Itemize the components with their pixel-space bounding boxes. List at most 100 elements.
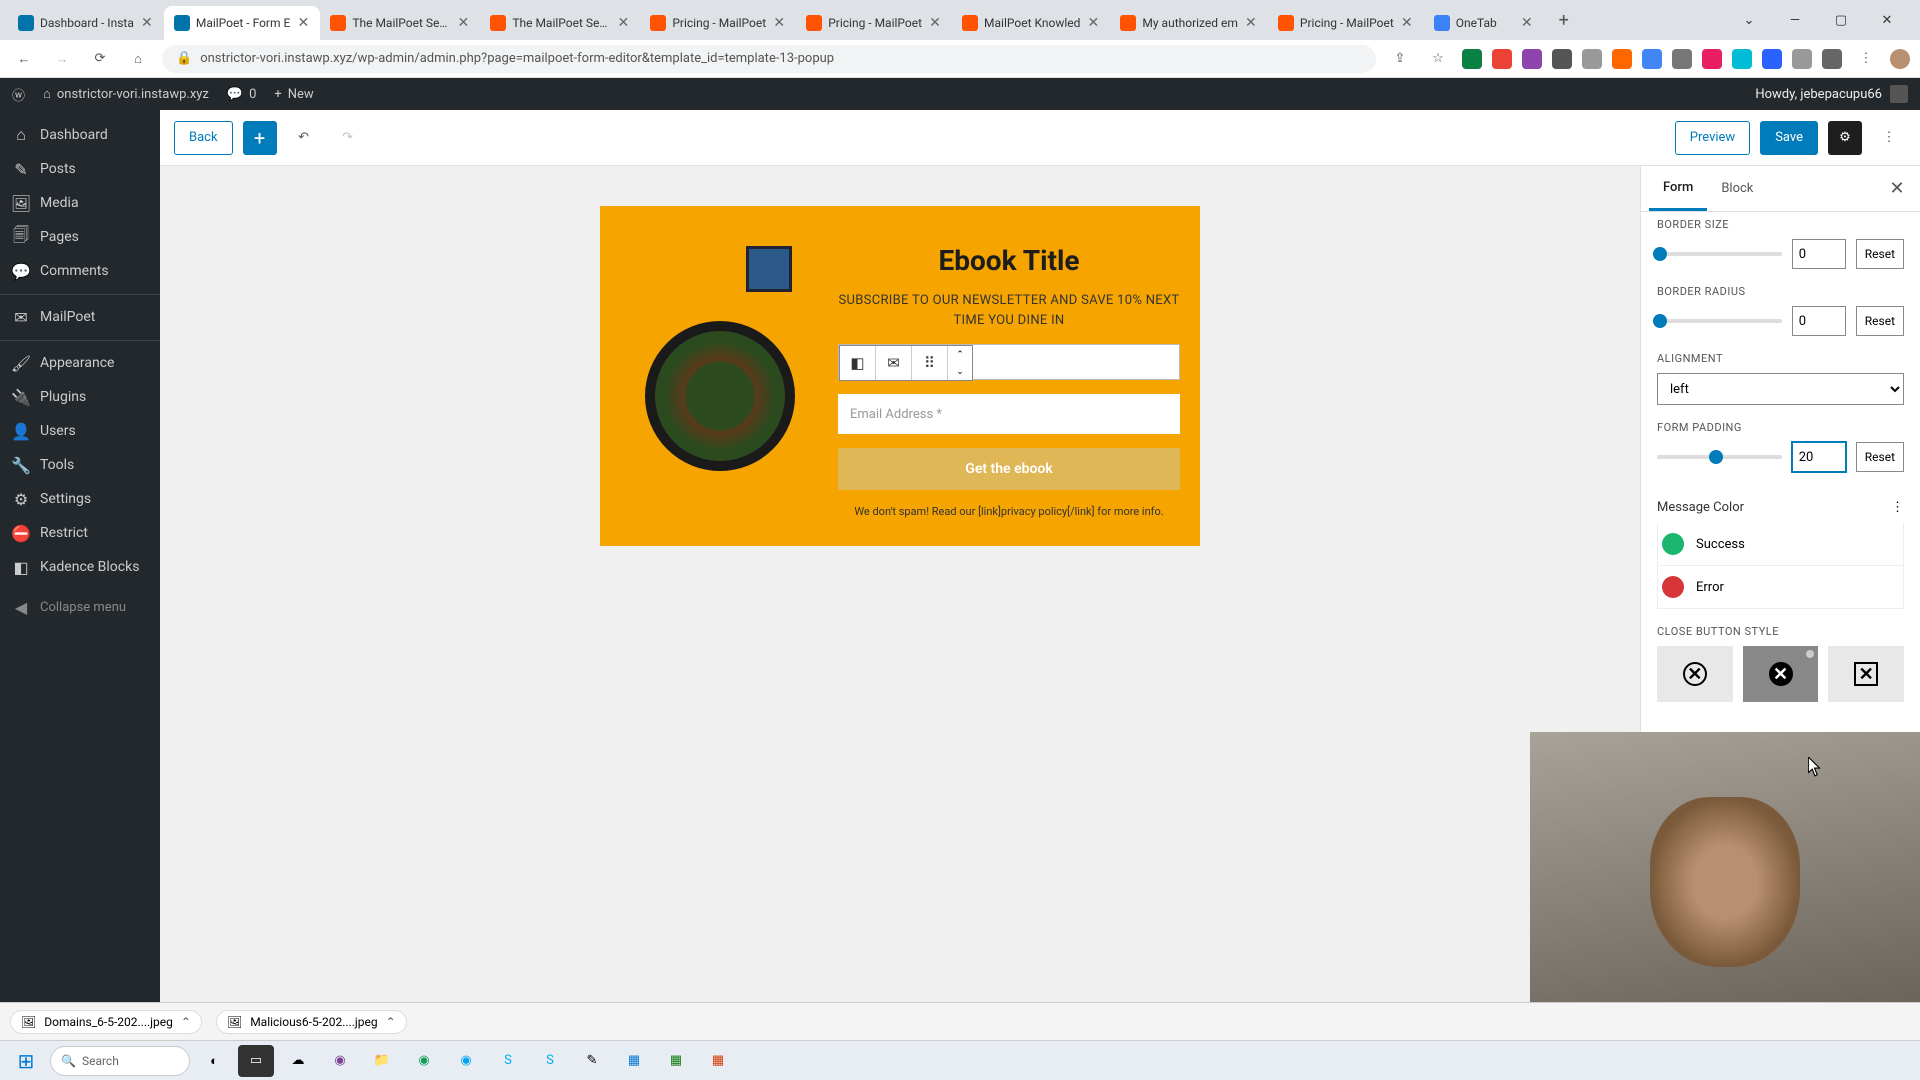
browser-tab[interactable]: The MailPoet Send✕ — [320, 6, 480, 40]
task-icon[interactable]: ▭ — [238, 1045, 274, 1077]
collapse-menu[interactable]: ◀ Collapse menu — [0, 590, 160, 624]
task-icon[interactable]: ▦ — [658, 1045, 694, 1077]
task-icon[interactable]: S — [532, 1045, 568, 1077]
reset-button[interactable]: Reset — [1856, 442, 1904, 472]
task-icon[interactable]: S — [490, 1045, 526, 1077]
columns-icon[interactable]: ◧ — [840, 346, 876, 380]
task-icon[interactable]: 📁 — [364, 1045, 400, 1077]
browser-tab[interactable]: Dashboard - Insta✕ — [8, 6, 164, 40]
sidebar-item-tools[interactable]: 🔧Tools — [0, 448, 160, 482]
sidebar-item-users[interactable]: 👤Users — [0, 414, 160, 448]
sidebar-item-media[interactable]: 🖼Media — [0, 186, 160, 220]
site-link[interactable]: ⌂ onstrictor-vori.instawp.xyz — [43, 86, 209, 102]
url-input[interactable]: 🔒 onstrictor-vori.instawp.xyz/wp-admin/a… — [162, 45, 1376, 73]
gear-icon[interactable]: ⚙ — [1828, 121, 1862, 155]
reset-button[interactable]: Reset — [1856, 239, 1904, 269]
undo-button[interactable]: ↶ — [287, 121, 321, 155]
close-style-option[interactable]: ✕ — [1657, 646, 1733, 702]
more-icon[interactable]: ⋮ — [1872, 121, 1906, 155]
back-icon[interactable]: ← — [10, 45, 38, 73]
ext-icon[interactable] — [1462, 49, 1482, 69]
chevron-up-icon[interactable]: ⌃ — [181, 1015, 191, 1029]
task-icon[interactable]: ◉ — [406, 1045, 442, 1077]
close-icon[interactable]: ✕ — [1870, 6, 1904, 34]
close-icon[interactable]: ✕ — [928, 16, 942, 30]
popup-footer[interactable]: We don't spam! Read our [link]privacy po… — [854, 504, 1163, 519]
task-icon[interactable]: ▦ — [700, 1045, 736, 1077]
sidebar-item-mailpoet[interactable]: ✉MailPoet — [0, 300, 160, 334]
popup-image[interactable] — [620, 226, 820, 526]
sidebar-item-pages[interactable]: 🗐Pages — [0, 220, 160, 254]
browser-tab[interactable]: Pricing - MailPoet✕ — [640, 6, 796, 40]
email-icon[interactable]: ✉ — [876, 346, 912, 380]
reset-button[interactable]: Reset — [1856, 306, 1904, 336]
popup-subtitle[interactable]: SUBSCRIBE TO OUR NEWSLETTER AND SAVE 10%… — [838, 291, 1180, 330]
browser-tab[interactable]: My authorized em✕ — [1110, 6, 1268, 40]
form-padding-input[interactable] — [1792, 442, 1846, 472]
menu-icon[interactable]: ⋮ — [1852, 45, 1880, 73]
minimize-icon[interactable]: — — [1778, 6, 1812, 34]
ext-icon[interactable] — [1612, 49, 1632, 69]
submit-button[interactable]: Get the ebook — [838, 448, 1180, 490]
forward-icon[interactable]: → — [48, 45, 76, 73]
reload-icon[interactable]: ⟳ — [86, 45, 114, 73]
download-item[interactable]: 🖼Domains_6-5-202....jpeg⌃ — [10, 1010, 202, 1034]
taskbar-search[interactable]: 🔍 Search — [50, 1046, 190, 1076]
ext-icon[interactable] — [1492, 49, 1512, 69]
sidebar-item-kadence-blocks[interactable]: ◧Kadence Blocks — [0, 550, 160, 584]
close-icon[interactable]: ✕ — [1882, 174, 1912, 204]
close-icon[interactable]: ✕ — [772, 16, 786, 30]
task-icon[interactable]: ☁ — [280, 1045, 316, 1077]
wp-logo-icon[interactable]: ⓦ — [12, 85, 25, 104]
alignment-select[interactable]: left — [1657, 373, 1904, 405]
chevron-down-icon[interactable]: ⌄ — [948, 363, 972, 380]
sidebar-item-posts[interactable]: ✎Posts — [0, 152, 160, 186]
form-padding-slider[interactable] — [1657, 455, 1782, 459]
star-icon[interactable]: ☆ — [1424, 45, 1452, 73]
task-icon[interactable]: ◉ — [322, 1045, 358, 1077]
task-icon[interactable]: ◉ — [448, 1045, 484, 1077]
success-color-row[interactable]: Success — [1657, 523, 1904, 566]
email-input[interactable]: Email Address * — [838, 394, 1180, 434]
close-icon[interactable]: ✕ — [1520, 16, 1534, 30]
sidebar-item-comments[interactable]: 💬Comments — [0, 254, 160, 288]
save-button[interactable]: Save — [1760, 121, 1818, 155]
close-style-option[interactable]: ✕ — [1828, 646, 1904, 702]
ext-icon[interactable] — [1552, 49, 1572, 69]
new-link[interactable]: + New — [274, 87, 313, 102]
profile-avatar[interactable] — [1890, 49, 1910, 69]
new-tab-button[interactable]: + — [1550, 6, 1578, 34]
border-radius-slider[interactable] — [1657, 319, 1782, 323]
ext-icon[interactable] — [1702, 49, 1722, 69]
maximize-icon[interactable]: ▢ — [1824, 6, 1858, 34]
more-icon[interactable]: ⋮ — [1891, 500, 1904, 515]
sidebar-item-plugins[interactable]: 🔌Plugins — [0, 380, 160, 414]
close-icon[interactable]: ✕ — [456, 16, 470, 30]
puzzle-icon[interactable] — [1822, 49, 1842, 69]
editor-canvas[interactable]: Ebook Title SUBSCRIBE TO OUR NEWSLETTER … — [160, 166, 1640, 1002]
start-icon[interactable]: ⊞ — [8, 1045, 44, 1077]
chevron-up-icon[interactable]: ⌃ — [386, 1015, 396, 1029]
howdy-text[interactable]: Howdy, jebepacupu66 — [1755, 87, 1882, 102]
close-icon[interactable]: ✕ — [1086, 16, 1100, 30]
add-block-button[interactable]: + — [243, 121, 277, 155]
task-icon[interactable]: ▦ — [616, 1045, 652, 1077]
browser-tab[interactable]: The MailPoet Send✕ — [480, 6, 640, 40]
task-icon[interactable]: ◐ — [196, 1045, 232, 1077]
ext-icon[interactable] — [1522, 49, 1542, 69]
close-icon[interactable]: ✕ — [296, 16, 310, 30]
browser-tab[interactable]: Pricing - MailPoet✕ — [1268, 6, 1424, 40]
ext-icon[interactable] — [1582, 49, 1602, 69]
ext-icon[interactable] — [1672, 49, 1692, 69]
browser-tab[interactable]: Pricing - MailPoet✕ — [796, 6, 952, 40]
task-icon[interactable]: ✎ — [574, 1045, 610, 1077]
tab-form[interactable]: Form — [1649, 166, 1707, 211]
tab-block[interactable]: Block — [1707, 166, 1767, 211]
border-size-input[interactable] — [1792, 239, 1846, 269]
close-icon[interactable]: ✕ — [140, 16, 154, 30]
close-icon[interactable]: ✕ — [1400, 16, 1414, 30]
sidebar-item-dashboard[interactable]: ⌂Dashboard — [0, 118, 160, 152]
popup-title[interactable]: Ebook Title — [938, 244, 1079, 277]
sidebar-item-settings[interactable]: ⚙Settings — [0, 482, 160, 516]
avatar[interactable] — [1890, 85, 1908, 103]
